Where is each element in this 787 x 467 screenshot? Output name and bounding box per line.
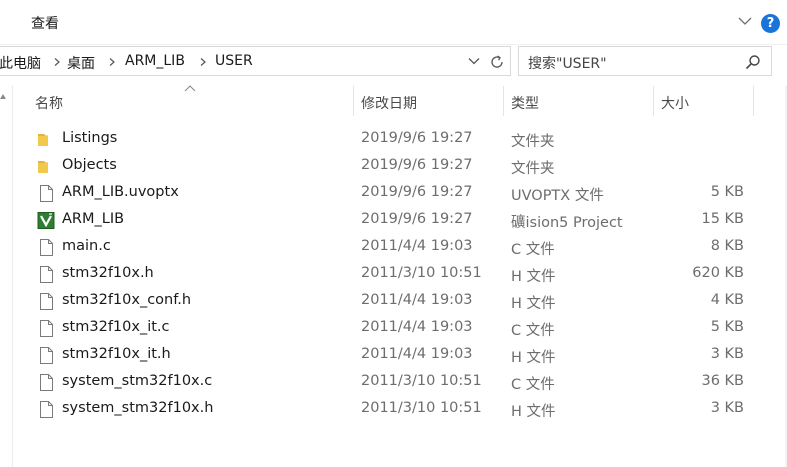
file-row[interactable]: stm32f10x_conf.h 2011/4/4 19:03 H 文件 4 KB xyxy=(0,288,770,315)
file-size: 4 KB xyxy=(710,292,744,308)
file-row[interactable]: system_stm32f10x.c 2011/3/10 10:51 C 文件 36 … xyxy=(0,369,770,396)
file-modified-date: 2011/4/4 19:03 xyxy=(361,292,473,308)
search-input[interactable]: 搜索"USER" xyxy=(518,46,772,76)
column-divider[interactable] xyxy=(353,86,354,116)
refresh-icon[interactable] xyxy=(488,53,506,71)
file-type: H 文件 xyxy=(511,350,556,366)
file-modified-date: 2019/9/6 19:27 xyxy=(361,157,473,173)
chevron-right-icon[interactable] xyxy=(200,58,206,66)
file-icon xyxy=(37,373,55,392)
file-type: C 文件 xyxy=(511,323,555,339)
sort-ascending-icon xyxy=(184,85,196,92)
address-dropdown-icon[interactable] xyxy=(468,57,480,65)
file-row[interactable]: main.c 2011/4/4 19:03 C 文件 8 KB xyxy=(0,234,770,261)
file-size: 15 KB xyxy=(701,211,744,227)
file-type: C 文件 xyxy=(511,377,555,393)
file-row[interactable]: ARM_LIB.uvoptx 2019/9/6 19:27 UVOPTX 文件 5 K… xyxy=(0,180,770,207)
file-size: 5 KB xyxy=(710,319,744,335)
file-modified-date: 2011/4/4 19:03 xyxy=(361,346,473,362)
file-icon xyxy=(37,319,55,338)
column-divider[interactable] xyxy=(753,86,754,116)
file-size: 5 KB xyxy=(710,184,744,200)
file-row[interactable]: stm32f10x_it.c 2011/4/4 19:03 C 文件 5 KB xyxy=(0,315,770,342)
file-modified-date: 2011/4/4 19:03 xyxy=(361,238,473,254)
file-name[interactable]: stm32f10x_it.c xyxy=(62,319,170,335)
file-modified-date: 2011/3/10 10:51 xyxy=(361,373,482,389)
column-header-type[interactable]: 类型 xyxy=(511,93,539,113)
breadcrumb-desktop[interactable]: 桌面 xyxy=(67,53,95,73)
breadcrumb-user[interactable]: USER xyxy=(215,53,253,69)
file-type: 文件夹 xyxy=(511,134,555,150)
search-placeholder: 搜索"USER" xyxy=(528,56,607,72)
help-icon[interactable]: ? xyxy=(761,14,780,33)
file-size: 3 KB xyxy=(710,346,744,362)
column-header-name[interactable]: 名称 xyxy=(35,93,63,113)
column-header-date[interactable]: 修改日期 xyxy=(361,93,417,113)
file-name[interactable]: Listings xyxy=(62,130,117,146)
file-type: 文件夹 xyxy=(511,161,555,177)
chevron-right-icon[interactable] xyxy=(54,58,60,66)
folder-icon xyxy=(37,157,55,176)
file-row[interactable]: ARM_LIB 2019/9/6 19:27 礦ision5 Project 15 K… xyxy=(0,207,770,234)
file-size: 620 KB xyxy=(692,265,744,281)
file-name[interactable]: ARM_LIB xyxy=(62,211,124,227)
file-icon xyxy=(37,238,55,257)
search-icon[interactable] xyxy=(745,54,761,70)
folder-icon xyxy=(37,130,55,149)
breadcrumb-this-pc[interactable]: 此电脑 xyxy=(0,53,41,73)
chevron-right-icon[interactable] xyxy=(109,58,115,66)
file-name[interactable]: Objects xyxy=(62,157,117,173)
tab-view[interactable]: 查看 xyxy=(31,13,59,33)
file-icon xyxy=(37,184,55,203)
file-name[interactable]: system_stm32f10x.h xyxy=(62,400,213,416)
file-icon xyxy=(37,292,55,311)
file-name[interactable]: system_stm32f10x.c xyxy=(62,373,212,389)
file-modified-date: 2011/4/4 19:03 xyxy=(361,319,473,335)
column-divider[interactable] xyxy=(503,86,504,116)
file-modified-date: 2011/3/10 10:51 xyxy=(361,265,482,281)
file-type: UVOPTX 文件 xyxy=(511,188,604,204)
file-type: H 文件 xyxy=(511,269,556,285)
file-type: 礦ision5 Project xyxy=(511,215,623,231)
file-size: 8 KB xyxy=(710,238,744,254)
column-header-size[interactable]: 大小 xyxy=(661,93,689,113)
ribbon-bar: 查看 ? xyxy=(0,0,787,45)
column-divider[interactable] xyxy=(653,86,654,116)
file-name[interactable]: stm32f10x_conf.h xyxy=(62,292,191,308)
file-row[interactable]: Objects 2019/9/6 19:27 文件夹 xyxy=(0,153,770,180)
file-name[interactable]: ARM_LIB.uvoptx xyxy=(62,184,179,200)
file-name[interactable]: stm32f10x_it.h xyxy=(62,346,171,362)
file-modified-date: 2019/9/6 19:27 xyxy=(361,130,473,146)
file-modified-date: 2011/3/10 10:51 xyxy=(361,400,482,416)
file-row[interactable]: system_stm32f10x.h 2011/3/10 10:51 H 文件 3 K… xyxy=(0,396,770,423)
file-icon xyxy=(37,265,55,284)
file-size: 36 KB xyxy=(701,373,744,389)
file-type: H 文件 xyxy=(511,296,556,312)
file-row[interactable]: stm32f10x_it.h 2011/4/4 19:03 H 文件 3 KB xyxy=(0,342,770,369)
chevron-down-icon[interactable] xyxy=(738,16,752,26)
file-type: C 文件 xyxy=(511,242,555,258)
file-modified-date: 2019/9/6 19:27 xyxy=(361,211,473,227)
column-header-row: 名称 修改日期 类型 大小 xyxy=(0,85,787,118)
file-name[interactable]: stm32f10x.h xyxy=(62,265,154,281)
file-row[interactable]: Listings 2019/9/6 19:27 文件夹 xyxy=(0,126,770,153)
file-modified-date: 2019/9/6 19:27 xyxy=(361,184,473,200)
file-type: H 文件 xyxy=(511,404,556,420)
breadcrumb-arm-lib[interactable]: ARM_LIB xyxy=(125,53,185,69)
keil-project-icon xyxy=(37,211,55,230)
file-icon xyxy=(37,346,55,365)
file-size: 3 KB xyxy=(710,400,744,416)
file-row[interactable]: stm32f10x.h 2011/3/10 10:51 H 文件 620 KB xyxy=(0,261,770,288)
file-icon xyxy=(37,400,55,419)
address-bar[interactable]: 此电脑 桌面 ARM_LIB USER xyxy=(0,46,511,76)
file-name[interactable]: main.c xyxy=(62,238,111,254)
